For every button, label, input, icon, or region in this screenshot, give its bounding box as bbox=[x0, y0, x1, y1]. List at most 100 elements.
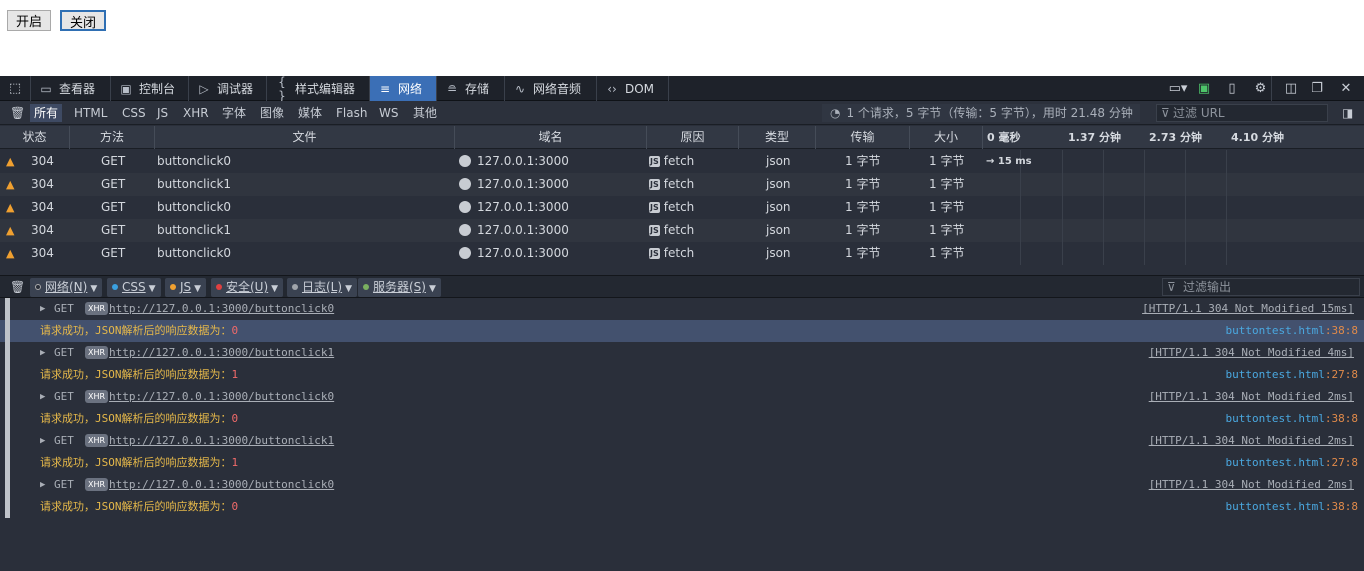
console-network-entry[interactable]: ▶ GET XHR http://127.0.0.1:3000/buttonclick… bbox=[0, 430, 1364, 452]
timeline-tick: 0 毫秒 bbox=[987, 131, 1021, 144]
tab-debugger[interactable]: ▷ 调试器 bbox=[189, 76, 267, 101]
column-transfer[interactable]: 传输 bbox=[816, 126, 910, 149]
settings-gear-icon[interactable]: ⚙ bbox=[1250, 76, 1272, 101]
open-button[interactable]: 开启 bbox=[7, 10, 52, 31]
filter-xhr[interactable]: XHR bbox=[179, 104, 213, 122]
clear-console-trash-icon[interactable]: 🗑 bbox=[6, 278, 29, 296]
tab-style-editor[interactable]: { } 样式编辑器 bbox=[267, 75, 370, 103]
console-filter-js[interactable]: JS ▼ bbox=[165, 278, 207, 297]
dock-side-icon[interactable]: ◫ bbox=[1280, 76, 1302, 101]
filter-ws[interactable]: WS bbox=[375, 104, 402, 122]
entry-url[interactable]: http://127.0.0.1:3000/buttonclick0 bbox=[109, 474, 334, 496]
domain-text: 127.0.0.1:3000 bbox=[477, 177, 569, 191]
console-network-entry[interactable]: ▶ GET XHR http://127.0.0.1:3000/buttonclick… bbox=[0, 474, 1364, 496]
log-source-location[interactable]: buttontest.html:38:8 bbox=[1226, 320, 1358, 342]
request-method: GET bbox=[101, 200, 126, 214]
expand-triangle-icon[interactable]: ▶ bbox=[40, 474, 45, 496]
entry-url[interactable]: http://127.0.0.1:3000/buttonclick0 bbox=[109, 386, 334, 408]
status-dot-icon bbox=[112, 284, 118, 290]
request-row[interactable]: ▲ 304 GET buttonclick1 127.0.0.1:3000 JS fetch… bbox=[0, 219, 1364, 242]
request-row[interactable]: ▲ 304 GET buttonclick1 127.0.0.1:3000 JS fetch… bbox=[0, 173, 1364, 196]
console-log-entry[interactable]: 请求成功，JSON解析后的响应数据为：0 buttontest.html:38:8 bbox=[0, 496, 1364, 518]
column-file[interactable]: 文件 bbox=[155, 126, 455, 149]
filter-css[interactable]: CSS bbox=[118, 104, 150, 122]
expand-triangle-icon[interactable]: ▶ bbox=[40, 430, 45, 452]
waterfall-gridline bbox=[1062, 150, 1063, 173]
console-filter-network[interactable]: 网络(N) ▼ bbox=[30, 278, 103, 297]
filter-flash[interactable]: Flash bbox=[332, 104, 371, 122]
separate-window-icon[interactable]: ❐ bbox=[1306, 76, 1328, 101]
column-size[interactable]: 大小 bbox=[910, 126, 983, 149]
request-row[interactable]: ▲ 304 GET buttonclick0 127.0.0.1:3000 JS fetch… bbox=[0, 242, 1364, 265]
console-network-entry[interactable]: ▶ GET XHR http://127.0.0.1:3000/buttonclick… bbox=[0, 386, 1364, 408]
console-log-entry[interactable]: 请求成功，JSON解析后的响应数据为：0 buttontest.html:38:8 bbox=[0, 320, 1364, 342]
log-source-location[interactable]: buttontest.html:38:8 bbox=[1226, 408, 1358, 430]
log-source-location[interactable]: buttontest.html:38:8 bbox=[1226, 496, 1358, 518]
console-log-entry[interactable]: 请求成功，JSON解析后的响应数据为：0 buttontest.html:38:8 bbox=[0, 408, 1364, 430]
request-row[interactable]: ▲ 304 GET buttonclick0 127.0.0.1:3000 JS fetch… bbox=[0, 150, 1364, 173]
globe-icon bbox=[459, 178, 471, 190]
log-source-location[interactable]: buttontest.html:27:8 bbox=[1226, 364, 1358, 386]
tab-network[interactable]: ≡ 网络 bbox=[370, 76, 437, 101]
console-filter-security[interactable]: 安全(U) ▼ bbox=[211, 278, 284, 297]
request-file: buttonclick0 bbox=[157, 246, 232, 260]
entry-http-status[interactable]: [HTTP/1.1 304 Not Modified 15ms] bbox=[1142, 298, 1354, 320]
tab-inspector[interactable]: ▭ 查看器 bbox=[31, 76, 111, 101]
expand-triangle-icon[interactable]: ▶ bbox=[40, 298, 45, 320]
console-network-entry[interactable]: ▶ GET XHR http://127.0.0.1:3000/buttonclick… bbox=[0, 342, 1364, 364]
tab-label: DOM bbox=[625, 81, 655, 96]
tab-console[interactable]: ▣ 控制台 bbox=[111, 76, 189, 101]
filter-all[interactable]: 所有 bbox=[30, 104, 63, 122]
request-cause: JS fetch bbox=[649, 242, 694, 265]
column-type[interactable]: 类型 bbox=[739, 126, 816, 149]
console-log-entry[interactable]: 请求成功，JSON解析后的响应数据为：1 buttontest.html:27:8 bbox=[0, 364, 1364, 386]
log-value: 1 bbox=[231, 456, 239, 469]
filter-url-input[interactable]: ⊽ 过滤 URL bbox=[1156, 104, 1328, 122]
console-filter-css[interactable]: CSS ▼ bbox=[107, 278, 161, 297]
tab-web-audio[interactable]: ∿ 网络音频 bbox=[505, 76, 597, 101]
waterfall-gridline bbox=[1226, 173, 1227, 196]
log-message-text: 请求成功，JSON解析后的响应数据为： bbox=[40, 412, 232, 425]
tab-label: 存储 bbox=[465, 82, 490, 96]
log-message-text: 请求成功，JSON解析后的响应数据为： bbox=[40, 500, 232, 513]
column-method[interactable]: 方法 bbox=[70, 126, 155, 149]
column-status[interactable]: 状态 bbox=[0, 126, 70, 149]
clear-trash-icon[interactable]: 🗑 bbox=[6, 104, 29, 122]
console-log-entry[interactable]: 请求成功，JSON解析后的响应数据为：1 buttontest.html:27:8 bbox=[0, 452, 1364, 474]
element-picker-icon[interactable]: ⬚ bbox=[0, 76, 31, 101]
filter-output-input[interactable]: ⊽ 过滤输出 bbox=[1162, 278, 1360, 296]
column-domain[interactable]: 域名 bbox=[455, 126, 647, 149]
filter-html[interactable]: HTML bbox=[70, 104, 111, 122]
source-file: buttontest.html bbox=[1225, 324, 1325, 337]
expand-triangle-icon[interactable]: ▶ bbox=[40, 342, 45, 364]
request-row[interactable]: ▲ 304 GET buttonclick0 127.0.0.1:3000 JS fetch… bbox=[0, 196, 1364, 219]
toggle-sidebar-icon[interactable]: ◨ bbox=[1338, 104, 1357, 122]
frame-select-icon[interactable]: ▭▾ bbox=[1164, 76, 1192, 101]
filter-image[interactable]: 图像 bbox=[256, 104, 288, 122]
filter-font[interactable]: 字体 bbox=[218, 104, 250, 122]
console-output: ▶ GET XHR http://127.0.0.1:3000/buttonclick… bbox=[0, 298, 1364, 571]
console-filter-logging[interactable]: 日志(L) ▼ bbox=[287, 278, 357, 297]
console-network-entry[interactable]: ▶ GET XHR http://127.0.0.1:3000/buttonclick… bbox=[0, 298, 1364, 320]
debugger-icon: ▷ bbox=[199, 81, 209, 96]
entry-http-status[interactable]: [HTTP/1.1 304 Not Modified 2ms] bbox=[1149, 474, 1354, 496]
entry-http-status[interactable]: [HTTP/1.1 304 Not Modified 2ms] bbox=[1149, 386, 1354, 408]
filter-other[interactable]: 其他 bbox=[409, 104, 441, 122]
entry-url[interactable]: http://127.0.0.1:3000/buttonclick1 bbox=[109, 430, 334, 452]
tab-storage[interactable]: ≘ 存储 bbox=[437, 76, 505, 101]
split-console-icon[interactable]: ▣ bbox=[1194, 76, 1214, 101]
close-icon[interactable]: ✕ bbox=[1334, 76, 1358, 101]
entry-http-status[interactable]: [HTTP/1.1 304 Not Modified 2ms] bbox=[1149, 430, 1354, 452]
entry-url[interactable]: http://127.0.0.1:3000/buttonclick0 bbox=[109, 298, 334, 320]
console-filter-server[interactable]: 服务器(S) ▼ bbox=[358, 278, 441, 297]
filter-media[interactable]: 媒体 bbox=[294, 104, 326, 122]
entry-url[interactable]: http://127.0.0.1:3000/buttonclick1 bbox=[109, 342, 334, 364]
responsive-design-icon[interactable]: ▯ bbox=[1222, 76, 1242, 101]
tab-dom[interactable]: ‹› DOM bbox=[597, 76, 669, 101]
column-cause[interactable]: 原因 bbox=[647, 126, 739, 149]
expand-triangle-icon[interactable]: ▶ bbox=[40, 386, 45, 408]
close-button[interactable]: 关闭 bbox=[60, 10, 107, 31]
entry-http-status[interactable]: [HTTP/1.1 304 Not Modified 4ms] bbox=[1149, 342, 1354, 364]
log-source-location[interactable]: buttontest.html:27:8 bbox=[1226, 452, 1358, 474]
filter-js[interactable]: JS bbox=[153, 104, 172, 122]
